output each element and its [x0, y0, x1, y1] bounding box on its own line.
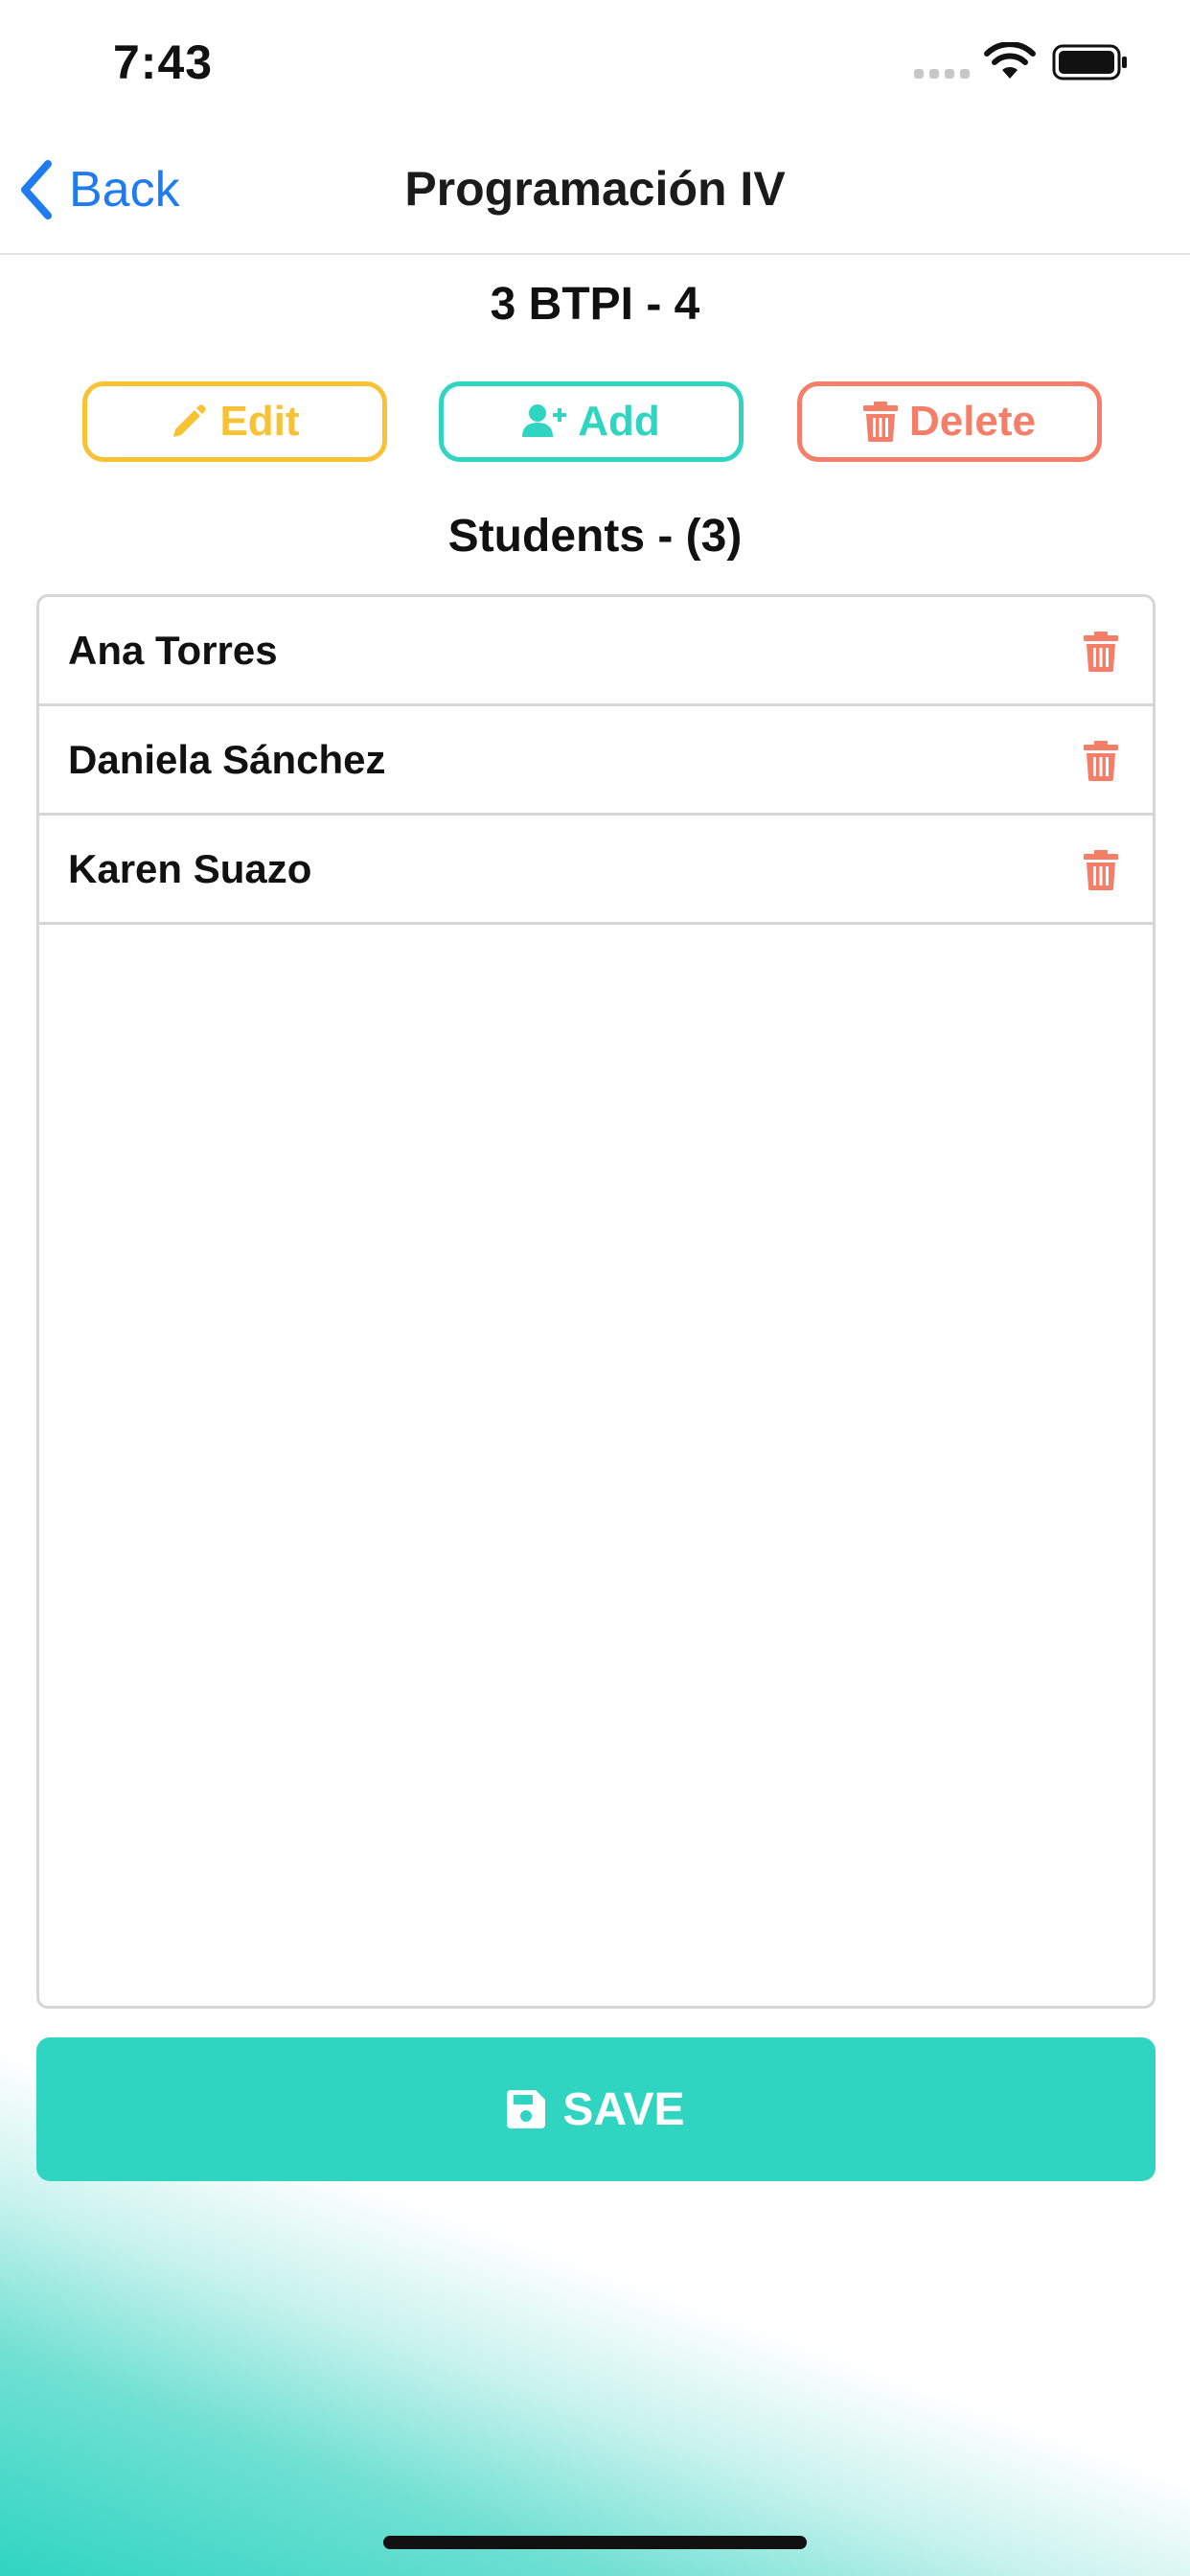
status-time: 7:43	[113, 35, 214, 89]
trash-icon[interactable]	[1078, 844, 1124, 896]
add-button[interactable]: Add	[439, 381, 744, 462]
trash-icon[interactable]	[1078, 626, 1124, 678]
trash-icon[interactable]	[1078, 735, 1124, 787]
save-button[interactable]: SAVE	[36, 2037, 1156, 2181]
list-item[interactable]: Daniela Sánchez	[39, 706, 1153, 816]
page-title: Programación IV	[404, 162, 786, 216]
floppy-disk-icon	[507, 2090, 546, 2128]
list-item[interactable]: Ana Torres	[39, 597, 1153, 706]
wifi-icon	[984, 42, 1036, 79]
delete-label: Delete	[908, 398, 1037, 445]
edit-button[interactable]: Edit	[82, 381, 387, 462]
home-indicator[interactable]	[383, 2536, 807, 2549]
delete-button[interactable]: Delete	[797, 381, 1102, 462]
student-name: Karen Suazo	[68, 845, 312, 891]
user-plus-icon	[522, 404, 567, 437]
add-label: Add	[578, 398, 660, 445]
student-name: Ana Torres	[68, 627, 278, 673]
list-item[interactable]: Karen Suazo	[39, 816, 1153, 925]
edit-label: Edit	[219, 398, 300, 445]
student-name: Daniela Sánchez	[68, 736, 386, 782]
students-list[interactable]: Ana Torres Daniela Sánchez Karen Suazo	[36, 594, 1156, 2009]
navigation-bar: Back Programación IV	[0, 126, 1190, 255]
battery-icon	[1052, 44, 1127, 80]
trash-icon	[862, 402, 898, 442]
students-heading: Students - (3)	[447, 511, 743, 562]
save-label: SAVE	[562, 2083, 685, 2135]
pencil-icon	[173, 404, 207, 437]
group-title: 3 BTPI - 4	[490, 279, 700, 330]
cellular-signal-icon	[914, 69, 970, 79]
status-bar: 7:43	[0, 0, 1190, 126]
